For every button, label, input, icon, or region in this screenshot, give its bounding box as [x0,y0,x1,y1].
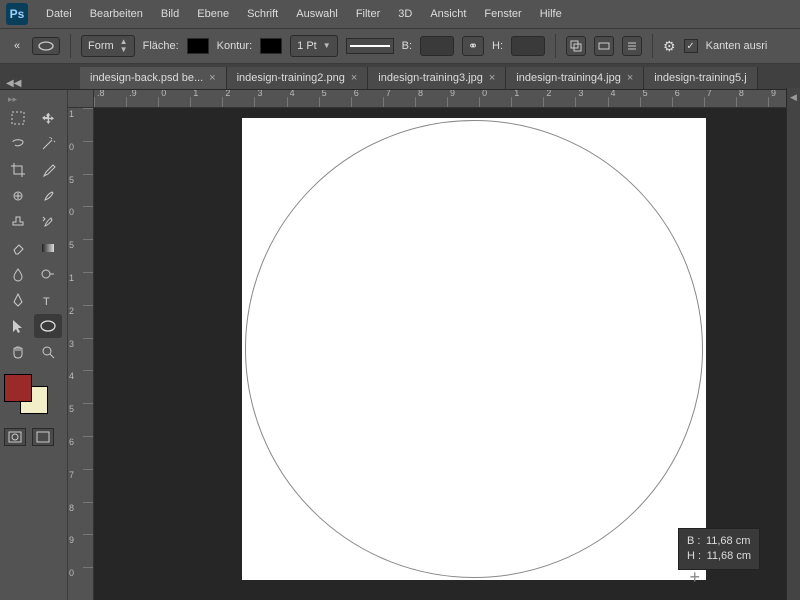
tabs-collapse-icon[interactable]: ◀◀ [6,78,21,89]
close-icon[interactable]: × [489,72,495,84]
hand-tool-icon[interactable] [4,340,32,364]
width-label: B: [402,40,412,52]
lasso-tool-icon[interactable] [4,132,32,156]
path-align-button[interactable] [594,36,614,56]
marquee-tool-icon[interactable] [4,106,32,130]
ellipse-shape[interactable] [245,120,703,578]
document-canvas[interactable] [242,118,706,580]
toolbox: ▸▸ T [0,90,68,600]
workspace: ▸▸ T [0,90,800,600]
path-combine-button[interactable] [566,36,586,56]
document-tab[interactable]: indesign-training5.j [644,67,757,89]
menu-image[interactable]: Bild [153,4,187,24]
healing-brush-tool-icon[interactable] [4,184,32,208]
ellipse-tool-icon[interactable] [34,314,62,338]
gradient-tool-icon[interactable] [34,236,62,260]
stroke-style-dropdown[interactable] [346,38,394,54]
menu-3d[interactable]: 3D [390,4,420,24]
document-tab[interactable]: indesign-training3.jpg× [368,67,506,89]
width-field[interactable] [420,36,454,56]
menu-view[interactable]: Ansicht [422,4,474,24]
screen-mode-icon[interactable] [32,428,54,446]
type-tool-icon[interactable]: T [34,288,62,312]
height-label: H: [492,40,503,52]
antialias-label: Kanten ausri [706,40,768,52]
stroke-width-value: 1 Pt [297,40,317,52]
antialias-checkbox[interactable]: ✓ [684,39,698,53]
fill-swatch[interactable] [187,38,209,54]
ruler-horizontal[interactable]: .8.9 01 23 45 67 89 01 23 45 67 89 [94,90,800,108]
close-icon[interactable]: × [209,72,215,84]
magic-wand-tool-icon[interactable] [34,132,62,156]
close-icon[interactable]: × [351,72,357,84]
path-select-tool-icon[interactable] [4,314,32,338]
canvas-area[interactable]: .8.9 01 23 45 67 89 01 23 45 67 89 10 50… [68,90,800,600]
document-tabs: ◀◀ indesign-back.psd be...× indesign-tra… [0,64,800,90]
shape-mode-label: Form [88,40,114,52]
height-field[interactable] [511,36,545,56]
move-tool-icon[interactable] [34,106,62,130]
menu-edit[interactable]: Bearbeiten [82,4,151,24]
menu-select[interactable]: Auswahl [288,4,346,24]
menu-file[interactable]: Datei [38,4,80,24]
gear-icon[interactable]: ⚙ [663,38,676,55]
toolbox-collapse-icon[interactable]: ▸▸ [4,94,63,106]
menu-type[interactable]: Schrift [239,4,286,24]
color-picker[interactable] [4,374,56,418]
quick-mask-icon[interactable] [4,428,26,446]
zoom-tool-icon[interactable] [34,340,62,364]
separator [555,34,556,58]
fg-color-swatch[interactable] [4,374,32,402]
stroke-swatch[interactable] [260,38,282,54]
shape-mode-dropdown[interactable]: Form ▲▼ [81,35,135,57]
brush-tool-icon[interactable] [34,184,62,208]
tool-preset-ellipse[interactable] [32,37,60,55]
dodge-tool-icon[interactable] [34,262,62,286]
document-tab[interactable]: indesign-training2.png× [227,67,369,89]
dropdown-arrows-icon: ▲▼ [120,38,128,54]
menu-bar: Ps Datei Bearbeiten Bild Ebene Schrift A… [0,0,800,28]
menu-help[interactable]: Hilfe [532,4,570,24]
history-brush-tool-icon[interactable] [34,210,62,234]
pen-tool-icon[interactable] [4,288,32,312]
stamp-tool-icon[interactable] [4,210,32,234]
stroke-label: Kontur: [217,40,252,52]
dropdown-arrows-icon: ▼ [323,42,331,50]
collapsed-panels-dock[interactable]: ◀ [786,88,800,600]
crosshair-cursor-icon: + [689,567,700,588]
blur-tool-icon[interactable] [4,262,32,286]
ruler-vertical[interactable]: 10 50 51 23 45 67 89 0 [68,108,94,600]
document-tab[interactable]: indesign-training4.jpg× [506,67,644,89]
link-wh-icon[interactable]: ⚭ [462,36,484,56]
stroke-width-dropdown[interactable]: 1 Pt ▼ [290,35,338,57]
eraser-tool-icon[interactable] [4,236,32,260]
ruler-origin[interactable] [68,90,94,108]
path-arrange-button[interactable] [622,36,642,56]
separator [652,34,653,58]
document-tab[interactable]: indesign-back.psd be...× [80,67,227,89]
fill-label: Fläche: [143,40,179,52]
crop-tool-icon[interactable] [4,158,32,182]
dimensions-tooltip: B : 11,68 cm H : 11,68 cm [678,528,760,570]
separator [70,34,71,58]
app-logo: Ps [6,3,28,25]
menu-layer[interactable]: Ebene [189,4,237,24]
eyedropper-tool-icon[interactable] [34,158,62,182]
close-icon[interactable]: × [627,72,633,84]
chevron-left-icon[interactable]: « [10,40,24,52]
menu-filter[interactable]: Filter [348,4,388,24]
svg-text:T: T [43,296,50,308]
options-bar: « Form ▲▼ Fläche: Kontur: 1 Pt ▼ B: ⚭ H:… [0,28,800,64]
menu-window[interactable]: Fenster [476,4,529,24]
